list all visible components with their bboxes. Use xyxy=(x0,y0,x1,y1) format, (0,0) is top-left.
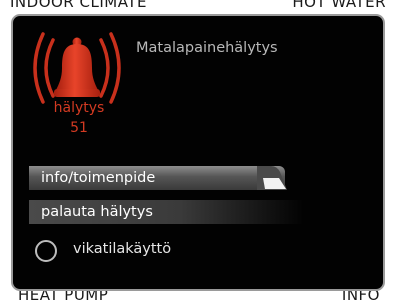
alarm-dialog: Matalapainehälytys hälytys 51 info/toime… xyxy=(11,14,385,291)
display-screen: INDOOR CLIMATE HOT WATER HEAT PUMP INFO xyxy=(0,0,394,300)
radio-button[interactable] xyxy=(35,240,57,262)
menu-item-info-action[interactable]: info/toimenpide xyxy=(29,166,287,190)
bg-menu-indoor-climate: INDOOR CLIMATE xyxy=(10,0,147,11)
menu-item-reset-alarm[interactable]: palauta hälytys xyxy=(29,200,304,224)
alarm-title: Matalapainehälytys xyxy=(136,40,278,56)
menu-item-label: palauta hälytys xyxy=(41,204,153,220)
fault-mode-label: vikatilakäyttö xyxy=(73,241,172,257)
selection-corner-icon xyxy=(257,166,287,190)
alarm-status-label: hälytys xyxy=(53,100,105,116)
bg-menu-hot-water: HOT WATER xyxy=(292,0,386,11)
menu-item-label: info/toimenpide xyxy=(41,170,156,186)
alarm-code: 51 xyxy=(70,120,88,136)
bell-alarm-icon xyxy=(33,32,121,104)
